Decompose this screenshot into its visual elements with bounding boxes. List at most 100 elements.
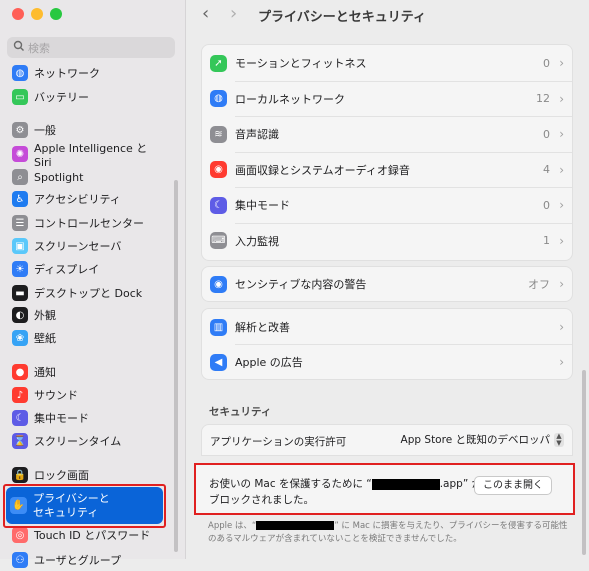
sensitive-content-card: ◉ センシティブな内容の警告 オフ › — [201, 266, 573, 302]
globe-icon: ◍ — [12, 65, 28, 81]
row-value: 4 — [543, 163, 550, 176]
exec-permission-value: App Store と既知のデベロッパ — [400, 434, 550, 446]
row-label: 音声認識 — [235, 128, 279, 141]
sidebar-item-label: Touch ID とパスワード — [34, 529, 151, 542]
row-label: 画面収録とシステムオーディオ録音 — [235, 163, 410, 177]
sidebar-item-label: コントロールセンター — [34, 217, 144, 230]
sidebar-item-lock[interactable]: 🔒 ロック画面 — [8, 464, 168, 486]
sidebar-item-speaker[interactable]: ♪ サウンド — [8, 384, 168, 406]
row-value: 0 — [543, 198, 550, 212]
sidebar-item-screensaver[interactable]: ▣ スクリーンセーバ — [8, 235, 168, 257]
sensitive-content-row[interactable]: ◉ センシティブな内容の警告 オフ › — [202, 266, 572, 302]
sidebar-item-magnifier[interactable]: ⌕ Spotlight — [8, 166, 168, 188]
gear-icon: ⚙ — [12, 122, 28, 138]
exec-permission-label: アプリケーションの実行許可 — [210, 436, 347, 448]
sidebar-item-label: ユーザとグループ — [34, 554, 122, 567]
display-icon: ☀ — [12, 261, 28, 277]
sidebar-item-siri[interactable]: ✺ Apple Intelligence と Siri — [8, 142, 168, 169]
chevron-right-icon: › — [559, 127, 564, 141]
search-field[interactable]: 検索 — [7, 37, 175, 58]
sidebar-item-label: ロック画面 — [34, 469, 89, 482]
privacy-row[interactable]: ⌨ 入力監視 1 › — [202, 223, 572, 259]
page-title: プライバシーとセキュリティ — [258, 10, 426, 25]
open-anyway-button[interactable]: このまま開く — [474, 476, 552, 495]
back-button[interactable]: ‹ — [202, 3, 209, 24]
analytics-row[interactable]: ▥ 解析と改善 › — [202, 309, 572, 345]
siri-icon: ✺ — [12, 146, 28, 162]
privacy-list: ➚ モーションとフィットネス 0 › ◍ ローカルネットワーク 12 › ≋ 音声認識 0 › ◉ 画面収… — [201, 44, 573, 261]
sidebar-item-label: スクリーンタイム — [34, 435, 122, 448]
zoom-button[interactable] — [50, 8, 62, 20]
updown-chevron-icon: ▲ ▼ — [554, 432, 564, 447]
sidebar-item-label: Spotlight — [34, 170, 84, 184]
privacy-row[interactable]: ◉ 画面収録とシステムオーディオ録音 4 › — [202, 152, 572, 188]
row-label: 入力監視 — [235, 234, 279, 248]
sidebar-item-label: 一般 — [34, 124, 56, 137]
forward-button[interactable]: › — [230, 3, 237, 24]
sidebar-scrollbar[interactable] — [174, 180, 178, 552]
chevron-right-icon: › — [559, 56, 564, 70]
sidebar-item-globe[interactable]: ◍ ネットワーク — [8, 62, 168, 84]
moon-icon: ☾ — [12, 410, 28, 426]
sidebar-item-label: アクセシビリティ — [34, 193, 121, 206]
exec-permission-row: アプリケーションの実行許可 App Store と既知のデベロッパ ▲ ▼ — [201, 424, 573, 456]
sidebar-item-gear[interactable]: ⚙ 一般 — [8, 119, 168, 141]
sidebar-item-dock[interactable]: ▬ デスクトップと Dock — [8, 282, 168, 304]
note-part2: ” に Mac に損害を与えたり、プライバシーを侵害する可能性 — [334, 521, 568, 531]
moon-icon: ☾ — [210, 196, 227, 214]
sidebar-item-moon[interactable]: ☾ 集中モード — [8, 407, 168, 429]
sidebar-item-appearance[interactable]: ◐ 外観 — [8, 304, 168, 326]
sidebar-item-label: サウンド — [34, 389, 78, 402]
content-scrollbar[interactable] — [582, 370, 586, 555]
sidebar-item-wallpaper[interactable]: ❀ 壁紙 — [8, 327, 168, 349]
main-content: ‹ › プライバシーとセキュリティ ➚ モーションとフィットネス 0 › ◍ ローカルネッ… — [186, 0, 589, 559]
record-icon: ◉ — [210, 161, 227, 178]
sidebar-item-label: スクリーンセーバ — [34, 240, 122, 253]
exec-permission-select[interactable]: App Store と既知のデベロッパ ▲ ▼ — [401, 432, 564, 447]
privacy-row[interactable]: ≋ 音声認識 0 › — [202, 116, 572, 152]
sidebar-item-label: ネットワーク — [34, 67, 100, 80]
chevron-right-icon: › — [559, 198, 564, 212]
minimize-button[interactable] — [31, 8, 43, 20]
wallpaper-icon: ❀ — [12, 330, 28, 346]
security-section-title: セキュリティ — [209, 406, 272, 418]
sidebar-item-accessibility[interactable]: ♿ アクセシビリティ — [8, 188, 168, 210]
row-label: センシティブな内容の警告 — [235, 278, 367, 291]
sidebar-item-label: 壁紙 — [34, 332, 56, 345]
hourglass-icon: ⌛ — [12, 433, 28, 449]
speaker-icon: ♪ — [12, 387, 28, 403]
close-button[interactable] — [12, 8, 24, 20]
sidebar-item-users[interactable]: ⚇ ユーザとグループ — [8, 549, 168, 571]
privacy-row[interactable]: ☾ 集中モード 0 › — [202, 187, 572, 223]
privacy-row[interactable]: ➚ モーションとフィットネス 0 › — [202, 45, 572, 81]
sidebar-item-display[interactable]: ☀ ディスプレイ — [8, 258, 168, 280]
running-icon: ➚ — [210, 54, 227, 72]
keyboard-icon: ⌨ — [210, 232, 227, 249]
sidebar: 検索 ◍ ネットワーク ▭ バッテリー ⚙ 一般 ✺ Apple Intelligence と… — [0, 0, 186, 568]
blocked-app-notice: お使いの Mac を保護するために “.app” が ブロックされました。 この… — [194, 463, 575, 515]
sidebar-item-battery[interactable]: ▭ バッテリー — [8, 86, 168, 108]
chevron-right-icon: › — [559, 277, 564, 291]
blocked-text-line2: ブロックされました。 — [209, 494, 314, 506]
notification-icon: ● — [12, 364, 28, 380]
sidebar-item-label: 集中モード — [34, 412, 89, 425]
sidebar-item-notification[interactable]: ● 通知 — [8, 361, 168, 383]
note-part1: Apple は、“ — [208, 521, 257, 531]
privacy-row[interactable]: ◍ ローカルネットワーク 12 › — [202, 81, 572, 117]
search-placeholder: 検索 — [28, 42, 50, 55]
sidebar-item-control-center[interactable]: ☰ コントロールセンター — [8, 212, 168, 234]
sidebar-item-label: Apple Intelligence と Siri — [34, 141, 148, 169]
magnifier-icon: ⌕ — [12, 169, 28, 185]
analytics-row[interactable]: ◀ Apple の広告 › — [202, 344, 572, 380]
lock-icon: 🔒 — [12, 467, 28, 483]
chart-icon: ▥ — [210, 318, 227, 336]
row-label: ローカルネットワーク — [235, 92, 345, 106]
sidebar-item-label: 外観 — [34, 309, 56, 322]
row-value: 0 — [543, 127, 550, 141]
highlight-outline — [3, 484, 166, 528]
sidebar-item-hourglass[interactable]: ⌛ スクリーンタイム — [8, 430, 168, 452]
screensaver-icon: ▣ — [12, 238, 28, 254]
globe-icon: ◍ — [210, 90, 227, 107]
eye-icon: ◉ — [210, 275, 227, 293]
fingerprint-icon: ◎ — [12, 527, 28, 543]
